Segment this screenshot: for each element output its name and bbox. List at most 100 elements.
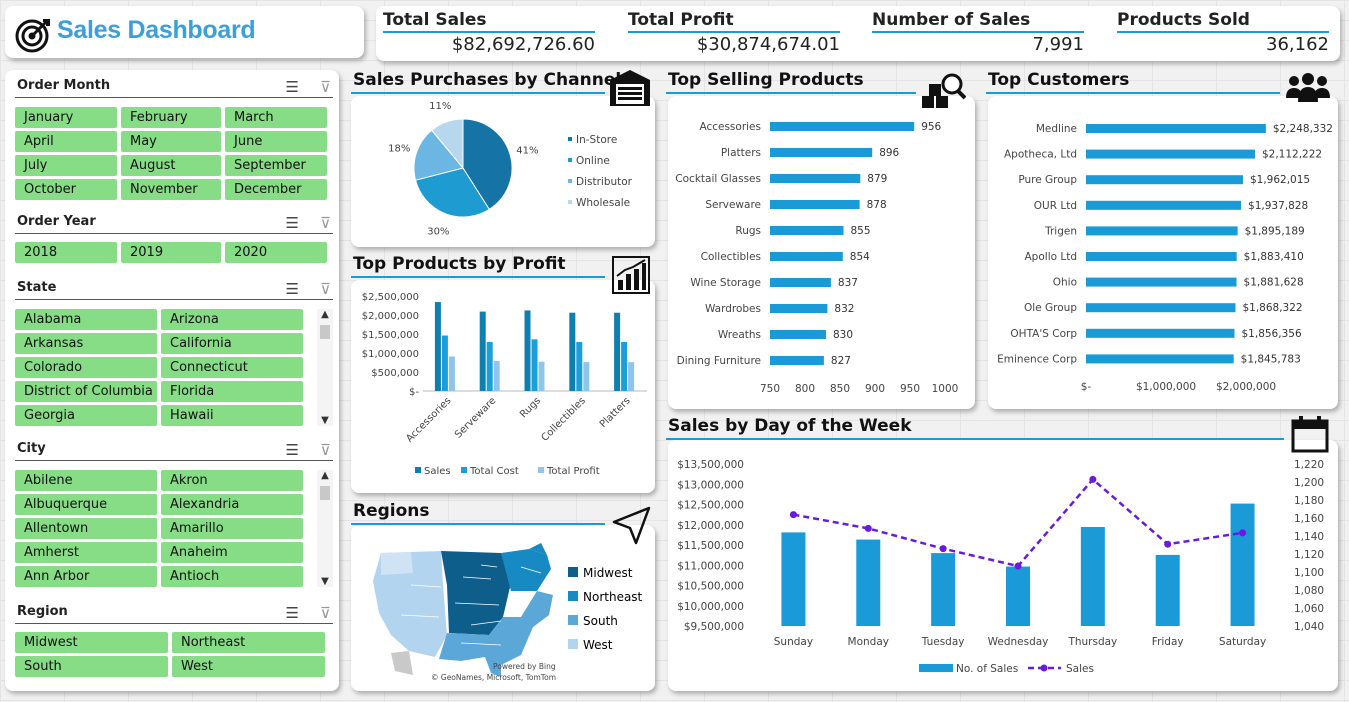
data-label: 827 (831, 355, 851, 367)
x-tick-label: 750 (760, 383, 780, 395)
scroll-down-icon[interactable]: ▼ (317, 415, 333, 426)
slicer-item-august[interactable]: August (121, 155, 221, 176)
slicer-item-december[interactable]: December (225, 179, 327, 200)
clear-filter-icon[interactable]: ⊽ (320, 280, 331, 298)
data-label: 830 (833, 329, 853, 341)
category-label: Apotheca, Ltd (1004, 149, 1077, 161)
pie-data-label: 11% (429, 101, 451, 112)
slicer-item-south[interactable]: South (15, 656, 168, 677)
scroll-thumb[interactable] (320, 486, 330, 500)
slicer-item-hawaii[interactable]: Hawaii (161, 405, 303, 426)
slicer-item-june[interactable]: June (225, 131, 327, 152)
bar-sales (614, 312, 621, 391)
slicer-buttons: January February March April May June July Augu… (15, 107, 327, 200)
slicer-item-allentown[interactable]: Allentown (15, 518, 157, 539)
slicer-item-february[interactable]: February (121, 107, 221, 128)
bar (770, 304, 828, 313)
x-tick-label: Tuesday (921, 636, 965, 648)
slicer-item-november[interactable]: November (121, 179, 221, 200)
line-point (1014, 562, 1022, 570)
scroll-down-icon[interactable]: ▼ (317, 576, 333, 587)
multi-select-icon[interactable]: ☰ (286, 214, 299, 232)
data-label: 896 (879, 147, 899, 159)
bar-total-cost (531, 339, 538, 391)
y-tick-label: $2,500,000 (362, 292, 419, 303)
slicer-item-georgia[interactable]: Georgia (15, 405, 157, 426)
clear-filter-icon[interactable]: ⊽ (320, 441, 331, 459)
slicer-item-2018[interactable]: 2018 (15, 242, 117, 263)
top-customers-chart: Medline $2,248,332 Apotheca, Ltd $2,112,222… (997, 123, 1333, 393)
x-tick-label: $1,000,000 (1136, 381, 1196, 393)
slicer-item-amarillo[interactable]: Amarillo (161, 518, 303, 539)
legend-label: Total Cost (469, 466, 519, 477)
slicer-item-october[interactable]: October (15, 179, 117, 200)
data-label: 956 (921, 121, 941, 133)
legend-label: Sales (1066, 663, 1094, 675)
multi-select-icon[interactable]: ☰ (286, 441, 299, 459)
slicer-item-antioch[interactable]: Antioch (161, 566, 303, 587)
clear-filter-icon[interactable]: ⊽ (320, 604, 331, 622)
slicer-item-amherst[interactable]: Amherst (15, 542, 157, 563)
legend-swatch (568, 179, 572, 183)
products-profit-title: Top Products by Profit (351, 254, 605, 278)
slicer-item-west[interactable]: West (172, 656, 325, 677)
scrollbar[interactable]: ▲ ▼ (317, 470, 333, 587)
bar-no-of-sales (1006, 566, 1030, 626)
bar (1086, 200, 1242, 210)
clear-filter-icon[interactable]: ⊽ (320, 78, 331, 96)
slicer-item-abilene[interactable]: Abilene (15, 470, 157, 491)
slicer-item-2019[interactable]: 2019 (121, 242, 221, 263)
multi-select-icon[interactable]: ☰ (286, 604, 299, 622)
kpi-total-sales: Total Sales $82,692,726.60 (383, 10, 595, 55)
x-tick-label: Saturday (1219, 636, 1266, 648)
y-right-tick-label: 1,040 (1294, 621, 1324, 633)
scrollbar[interactable]: ▲ ▼ (317, 309, 333, 426)
slicer-item-northeast[interactable]: Northeast (172, 632, 325, 653)
slicer-item-albuquerque[interactable]: Albuquerque (15, 494, 157, 515)
slicer-item-may[interactable]: May (121, 131, 221, 152)
slicer-item-midwest[interactable]: Midwest (15, 632, 168, 653)
legend-swatch (568, 200, 572, 204)
bar (1086, 252, 1237, 261)
slicer-item-alexandria[interactable]: Alexandria (161, 494, 303, 515)
scroll-up-icon[interactable]: ▲ (317, 470, 333, 481)
slicer-item-connecticut[interactable]: Connecticut (161, 357, 303, 378)
pie-data-label: 41% (516, 145, 538, 156)
slicer-item-ann-arbor[interactable]: Ann Arbor (15, 566, 157, 587)
x-tick-label: 950 (900, 383, 920, 395)
regions-title: Regions (351, 501, 605, 525)
multi-select-icon[interactable]: ☰ (286, 78, 299, 96)
slicer-item-july[interactable]: July (15, 155, 117, 176)
y-left-tick-label: $9,500,000 (684, 621, 744, 633)
slicer-item-arizona[interactable]: Arizona (161, 309, 303, 330)
slicer-item-arkansas[interactable]: Arkansas (15, 333, 157, 354)
data-label: 878 (867, 199, 887, 211)
scroll-thumb[interactable] (320, 325, 330, 339)
legend-swatch (568, 615, 578, 625)
scroll-up-icon[interactable]: ▲ (317, 309, 333, 320)
slicer-item-2020[interactable]: 2020 (225, 242, 327, 263)
slicer-item-florida[interactable]: Florida (161, 381, 303, 402)
slicer-item-anaheim[interactable]: Anaheim (161, 542, 303, 563)
x-tick-label: $- (1081, 381, 1092, 393)
slicer-item-april[interactable]: April (15, 131, 117, 152)
kpi-bar: Total Sales $82,692,726.60 Total Profit … (376, 6, 1340, 61)
multi-select-icon[interactable]: ☰ (286, 280, 299, 298)
slicer-item-january[interactable]: January (15, 107, 117, 128)
x-tick-label: Monday (848, 636, 889, 648)
pie-data-label: 30% (427, 226, 449, 237)
slicer-item-march[interactable]: March (225, 107, 327, 128)
clear-filter-icon[interactable]: ⊽ (320, 214, 331, 232)
slicer-item-colorado[interactable]: Colorado (15, 357, 157, 378)
slicer-item-alabama[interactable]: Alabama (15, 309, 157, 330)
slicer-item-california[interactable]: California (161, 333, 303, 354)
slicer-order-month: Order Month ☰ ⊽ January February March Apri… (15, 76, 333, 200)
kpi-label: Total Profit (628, 10, 840, 33)
slicer-item-district-of-columbia[interactable]: District of Columbia (15, 381, 157, 402)
data-label: $1,895,189 (1245, 225, 1305, 237)
data-label: $1,845,783 (1241, 353, 1301, 365)
slicer-item-september[interactable]: September (225, 155, 327, 176)
legend-northeast: Northeast (583, 590, 643, 604)
slicer-item-akron[interactable]: Akron (161, 470, 303, 491)
data-label: $2,248,332 (1273, 123, 1333, 135)
